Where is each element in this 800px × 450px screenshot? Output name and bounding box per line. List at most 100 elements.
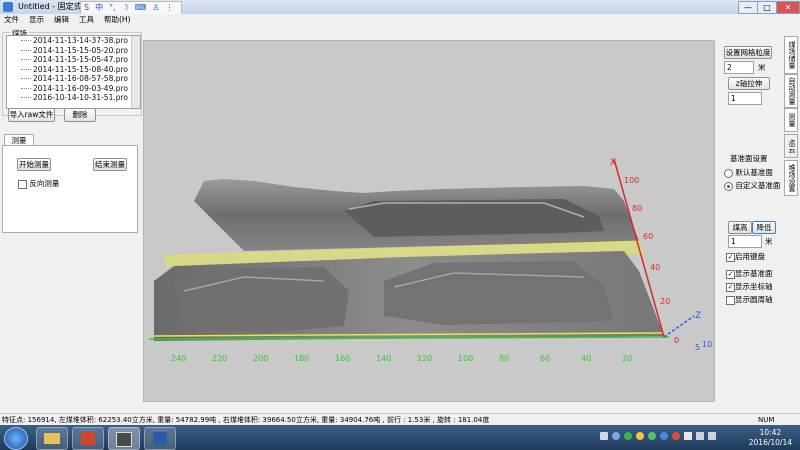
menu-view[interactable]: 显示 [29, 14, 44, 25]
radio-custom-base[interactable]: 自定义基准面 [724, 180, 780, 191]
punct-icon[interactable]: °, [109, 3, 116, 12]
word-taskbar-icon[interactable] [144, 427, 176, 450]
checkbox[interactable] [726, 269, 735, 279]
raise-button[interactable]: 煤高 [728, 221, 752, 234]
grid-size-input[interactable]: 2 [724, 61, 754, 74]
show-base-checkbox[interactable]: 显示基准面 [726, 268, 773, 279]
system-tray[interactable] [600, 432, 730, 442]
tray-icon[interactable] [684, 432, 692, 440]
menu-bar: 文件 显示 编辑 工具 帮助(H) [0, 14, 800, 25]
tab-point-cloud[interactable]: 点云 [784, 134, 798, 158]
x-tick: 160 [335, 354, 350, 363]
clock-date: 2016/10/14 [748, 438, 792, 447]
tray-icon[interactable] [612, 432, 620, 440]
show-circle-checkbox[interactable]: 显示圆周轴 [726, 294, 773, 305]
keyboard-checkbox[interactable]: 启用键盘 [726, 251, 765, 262]
radio[interactable] [724, 168, 733, 178]
y-tick: 60 [643, 232, 653, 241]
tray-icon[interactable] [672, 432, 680, 440]
tray-icon[interactable] [624, 432, 632, 440]
sogou-icon[interactable]: S [84, 3, 89, 12]
back-pile-pit [344, 199, 604, 237]
minimize-button[interactable]: — [738, 1, 758, 14]
checkbox[interactable] [18, 179, 27, 189]
tray-icon[interactable] [660, 432, 668, 440]
menu-edit[interactable]: 编辑 [54, 14, 69, 25]
z-stretch-button[interactable]: z轴拉伸 [728, 77, 770, 90]
x-tick: 80 [499, 354, 509, 363]
keyboard-icon[interactable]: ⌨ [135, 3, 147, 12]
explorer-taskbar-icon[interactable] [36, 427, 68, 450]
delete-button[interactable]: 删除 [64, 108, 96, 122]
y-tick: 0 [674, 336, 679, 345]
network-icon[interactable] [696, 432, 704, 440]
tray-icon[interactable] [600, 432, 608, 440]
taskbar: 10:42 2016/10/14 [0, 425, 800, 450]
list-item[interactable]: 2014-11-15-15-05-47.pro [7, 55, 140, 65]
list-item[interactable]: 2016-10-14-10-31-51.pro [7, 93, 140, 103]
checkbox[interactable] [726, 282, 735, 292]
list-item[interactable]: 2014-11-16-09-03-49.pro [7, 84, 140, 94]
y-tick: 40 [650, 263, 660, 272]
tab-coal-reserves[interactable]: 煤场储量 [784, 36, 798, 74]
list-item[interactable]: 2014-11-15-15-05-20.pro [7, 46, 140, 56]
start-button[interactable] [4, 427, 28, 450]
list-item[interactable]: 2014-11-13-14-37-38.pro [7, 36, 140, 46]
x-tick: 220 [212, 354, 227, 363]
volume-icon[interactable] [708, 432, 716, 440]
tab-yard-settings[interactable]: 堆场设置 [784, 160, 798, 196]
ime-lang[interactable]: 中 [95, 3, 103, 12]
list-item[interactable]: 2014-11-15-15-08-40.pro [7, 65, 140, 75]
list-scrollbar[interactable] [131, 36, 140, 108]
end-measure-button[interactable]: 结束测量 [93, 158, 127, 171]
x-tick: 20 [622, 354, 632, 363]
checkbox[interactable] [726, 252, 735, 262]
x-tick: 40 [581, 354, 591, 363]
moon-icon[interactable]: ☽ [122, 3, 129, 12]
x-tick: 100 [458, 354, 473, 363]
show-circle-label: 显示圆周轴 [735, 295, 773, 304]
x-tick: 140 [376, 354, 391, 363]
user-icon[interactable]: ♙ [152, 3, 159, 12]
x-tick: 180 [294, 354, 309, 363]
right-panel: 设置网格粒度 2 米 z轴拉伸 1 煤场储量 自动测量 测量 点云 堆场设置 基… [716, 26, 800, 412]
checkbox[interactable] [726, 295, 735, 305]
set-grid-button[interactable]: 设置网格粒度 [724, 46, 772, 59]
reverse-measure-checkbox[interactable]: 反向测量 [18, 178, 59, 189]
y-tick: 100 [624, 176, 639, 185]
3d-viewport[interactable]: 240 220 200 180 160 140 120 100 80 60 40… [143, 40, 715, 402]
tab-auto-measure[interactable]: 自动测量 [784, 74, 798, 108]
show-axis-checkbox[interactable]: 显示坐标轴 [726, 281, 773, 292]
clock[interactable]: 10:42 2016/10/14 [749, 428, 792, 448]
radio-default-base[interactable]: 默认基准面 [724, 167, 773, 178]
tray-icon[interactable] [648, 432, 656, 440]
more-icon[interactable]: ⋮ [166, 3, 174, 12]
powerpoint-taskbar-icon[interactable] [72, 427, 104, 450]
radio[interactable] [724, 181, 733, 191]
app-taskbar-icon[interactable] [108, 427, 140, 450]
z-stretch-input[interactable]: 1 [728, 92, 762, 105]
menu-help[interactable]: 帮助(H) [104, 14, 131, 25]
tab-measure[interactable]: 测量 [784, 108, 798, 132]
maximize-button[interactable]: □ [757, 1, 777, 14]
ime-toolbar[interactable]: S 中 °, ☽ ⌨ ♙ ⋮ [80, 1, 182, 15]
z-axis-label: Z [695, 311, 701, 321]
title-bar: Untitled - 固定式激光... S 中 °, ☽ ⌨ ♙ ⋮ — □ ✕ [0, 0, 800, 15]
base-plane-group-label: 基准面设置 [730, 154, 768, 163]
menu-tools[interactable]: 工具 [79, 14, 94, 25]
front-right-pit [384, 261, 614, 325]
start-measure-button[interactable]: 开始测量 [17, 158, 51, 171]
radio-custom-label: 自定义基准面 [735, 181, 781, 190]
close-button[interactable]: ✕ [776, 1, 800, 14]
list-item[interactable]: 2014-11-16-08-57-58.pro [7, 74, 140, 84]
y-tick: 80 [632, 204, 642, 213]
reverse-measure-label: 反向测量 [29, 179, 60, 188]
z-axis-line [663, 315, 695, 338]
lower-button[interactable]: 降低 [752, 221, 776, 234]
menu-file[interactable]: 文件 [4, 14, 19, 25]
import-raw-button[interactable]: 导入raw文件 [8, 108, 55, 122]
step-input[interactable]: 1 [728, 235, 762, 248]
x-axis-label: X [610, 158, 616, 168]
file-list[interactable]: 2014-11-13-14-37-38.pro 2014-11-15-15-05… [6, 35, 141, 109]
tray-icon[interactable] [636, 432, 644, 440]
